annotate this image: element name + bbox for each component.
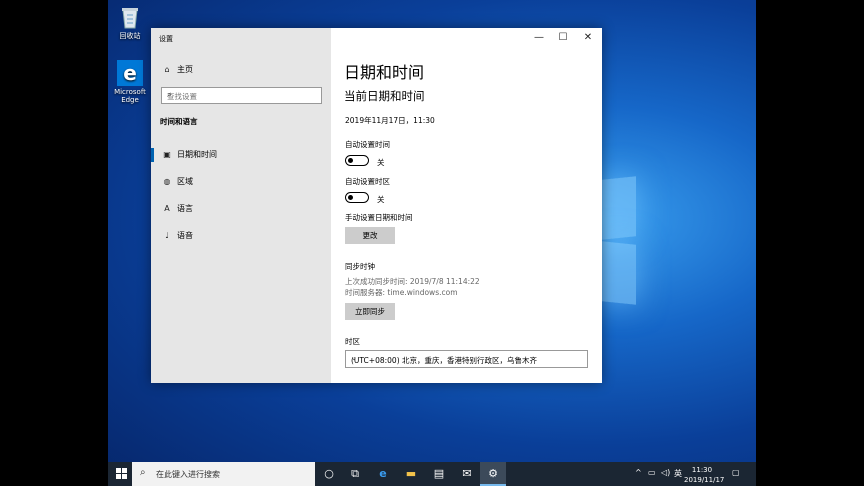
auto-zone-label: 自动设置时区 — [345, 177, 390, 186]
sidebar-home[interactable]: ⌂ 主页 — [161, 64, 193, 75]
taskbar-search-box[interactable]: ⌕ 在此键入进行搜索 — [132, 462, 315, 486]
store-icon[interactable]: ▤ — [426, 462, 452, 486]
network-icon[interactable]: ▭ — [648, 468, 656, 477]
language-icon: A — [164, 204, 170, 213]
taskbar-clock[interactable]: 11:30 2019/11/17 — [684, 465, 725, 485]
auto-time-state: 关 — [377, 158, 385, 167]
cortana-icon[interactable]: ○ — [316, 462, 342, 486]
clock-time: 11:30 — [691, 466, 713, 474]
clock-date: 2019/11/17 — [684, 476, 725, 484]
auto-zone-state: 关 — [377, 195, 385, 204]
edge-taskbar-icon[interactable]: e — [370, 462, 396, 486]
volume-icon[interactable]: ◁) — [661, 468, 670, 477]
chevron-down-icon: ⌄ — [351, 354, 357, 362]
sidebar-item-label: 语音 — [177, 231, 193, 240]
auto-time-label: 自动设置时间 — [345, 140, 390, 149]
sidebar-item-label: 语言 — [177, 204, 193, 213]
auto-zone-toggle[interactable] — [345, 192, 369, 203]
taskbar: ⌕ 在此键入进行搜索 ○ ⧉ e ▬ ▤ ✉ ⚙ ^ ▭ ◁) 英 11:30 … — [108, 462, 756, 486]
recycle-bin-label: 回收站 — [119, 32, 141, 40]
page-title: 日期和时间 — [344, 63, 425, 82]
settings-taskbar-icon[interactable]: ⚙ — [480, 462, 506, 486]
home-icon: ⌂ — [164, 65, 170, 74]
task-view-icon[interactable]: ⧉ — [342, 462, 368, 486]
search-icon: ⌕ — [140, 467, 146, 478]
sync-heading: 同步时钟 — [345, 262, 375, 271]
taskbar-search-placeholder: 在此键入进行搜索 — [156, 470, 220, 479]
microphone-icon: ♩ — [165, 231, 169, 240]
globe-icon: ◍ — [163, 177, 171, 186]
edge-icon: e — [117, 60, 143, 86]
edge-label: Microsoft Edge — [114, 88, 146, 104]
manual-datetime-label: 手动设置日期和时间 — [345, 213, 413, 222]
start-button[interactable] — [108, 462, 134, 486]
search-icon: ⌕ — [167, 90, 172, 99]
sidebar-home-label: 主页 — [177, 65, 193, 74]
sidebar-item-region[interactable]: ◍ 区域 — [161, 176, 194, 187]
change-button[interactable]: 更改 — [345, 227, 395, 244]
settings-window: 设置 ⌂ 主页 查找设置 ⌕ 时间和语言 ▣ 日期和时间 ◍ 区域 A 语言 ♩… — [151, 28, 602, 383]
current-datetime-value: 2019年11月17日，11:30 — [345, 116, 435, 125]
time-server-text: 时间服务器: time.windows.com — [345, 288, 458, 297]
calendar-clock-icon: ▣ — [163, 150, 171, 159]
sidebar-item-date-time[interactable]: ▣ 日期和时间 — [161, 149, 217, 160]
settings-content: — ☐ ✕ 日期和时间 当前日期和时间 2019年11月17日，11:30 自动… — [331, 28, 602, 383]
selected-indicator — [151, 148, 154, 162]
last-sync-text: 上次成功同步时间: 2019/7/8 11:14:22 — [345, 277, 480, 286]
recycle-bin-icon — [117, 4, 143, 30]
recycle-bin-desktop-icon[interactable]: 回收站 — [108, 4, 152, 40]
action-center-icon[interactable]: ▢ — [732, 468, 740, 477]
timezone-dropdown[interactable]: (UTC+08:00) 北京，重庆，香港特别行政区，乌鲁木齐 ⌄ — [345, 350, 588, 368]
windows-start-icon — [115, 468, 127, 479]
desktop: 回收站 e Microsoft Edge 设置 ⌂ 主页 查找设置 ⌕ 时间和语… — [108, 0, 756, 486]
window-title: 设置 — [159, 35, 173, 43]
sidebar-item-label: 日期和时间 — [177, 150, 217, 159]
sidebar-item-label: 区域 — [177, 177, 193, 186]
minimize-button[interactable]: — — [527, 30, 551, 46]
sidebar-item-language[interactable]: A 语言 — [161, 203, 193, 214]
sidebar-item-speech[interactable]: ♩ 语音 — [161, 230, 193, 241]
ime-indicator[interactable]: 英 — [674, 468, 682, 479]
mail-icon[interactable]: ✉ — [454, 462, 480, 486]
close-button[interactable]: ✕ — [576, 30, 600, 46]
settings-sidebar: 设置 ⌂ 主页 查找设置 ⌕ 时间和语言 ▣ 日期和时间 ◍ 区域 A 语言 ♩… — [151, 28, 331, 383]
maximize-button[interactable]: ☐ — [551, 30, 575, 46]
edge-desktop-icon[interactable]: e Microsoft Edge — [108, 60, 152, 104]
settings-search-input[interactable]: 查找设置 ⌕ — [161, 87, 322, 104]
auto-time-toggle[interactable] — [345, 155, 369, 166]
current-datetime-heading: 当前日期和时间 — [344, 89, 425, 103]
file-explorer-icon[interactable]: ▬ — [398, 462, 424, 486]
sync-now-button[interactable]: 立即同步 — [345, 303, 395, 320]
timezone-label: 时区 — [345, 337, 360, 346]
chevron-up-icon[interactable]: ^ — [635, 468, 642, 477]
sidebar-section-title: 时间和语言 — [160, 117, 198, 126]
